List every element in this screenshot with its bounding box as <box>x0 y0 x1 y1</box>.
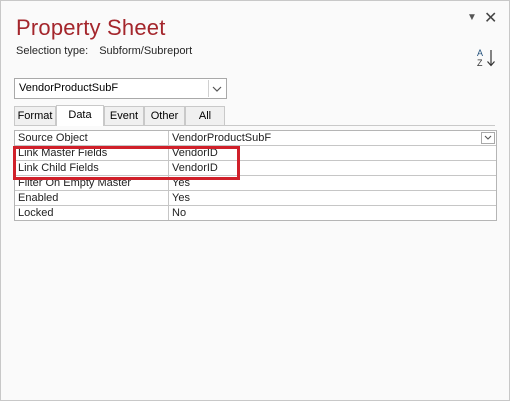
property-row-source-object[interactable]: Source Object VendorProductSubF <box>15 131 496 146</box>
tab-other[interactable]: Other <box>144 106 185 125</box>
tab-all[interactable]: All <box>185 106 225 125</box>
property-row-enabled[interactable]: Enabled Yes <box>15 191 496 206</box>
property-value[interactable]: VendorProductSubF <box>172 131 271 145</box>
property-value[interactable]: Yes <box>172 176 190 190</box>
property-row-locked[interactable]: Locked No <box>15 206 496 220</box>
object-selector-dropdown[interactable]: VendorProductSubF <box>14 78 227 99</box>
chevron-down-icon[interactable] <box>208 80 225 97</box>
selection-type-value: Subform/Subreport <box>99 45 193 57</box>
page-title: Property Sheet <box>16 15 166 40</box>
sort-az-icon[interactable]: A Z <box>475 47 497 69</box>
property-name: Filter On Empty Master <box>18 177 132 189</box>
object-selector-value: VendorProductSubF <box>19 82 119 94</box>
column-divider <box>168 131 169 145</box>
svg-text:Z: Z <box>477 58 483 68</box>
selection-type-label: Selection type: <box>16 45 89 57</box>
tab-event[interactable]: Event <box>104 106 144 125</box>
tab-data[interactable]: Data <box>56 105 104 126</box>
property-value[interactable]: VendorID <box>172 161 218 175</box>
close-icon[interactable]: ✕ <box>484 8 497 28</box>
property-row-link-master-fields[interactable]: Link Master Fields VendorID <box>15 146 496 161</box>
svg-text:A: A <box>477 48 483 58</box>
chevron-down-icon[interactable] <box>481 132 495 144</box>
property-name: Link Master Fields <box>18 147 108 159</box>
tab-format[interactable]: Format <box>14 106 56 125</box>
property-grid: Source Object VendorProductSubF Link Mas… <box>14 130 497 221</box>
column-divider <box>168 176 169 190</box>
property-name: Locked <box>18 207 54 219</box>
property-sheet-pane: Property Sheet ▼ ✕ Selection type: Subfo… <box>0 0 510 401</box>
property-name: Source Object <box>18 132 88 144</box>
column-divider <box>168 161 169 175</box>
property-row-link-child-fields[interactable]: Link Child Fields VendorID <box>15 161 496 176</box>
property-name: Enabled <box>18 192 59 204</box>
column-divider <box>168 206 169 220</box>
property-name: Link Child Fields <box>18 162 99 174</box>
property-value[interactable]: VendorID <box>172 146 218 160</box>
chevron-down-icon[interactable]: ▼ <box>467 12 477 23</box>
column-divider <box>168 191 169 205</box>
property-value[interactable]: Yes <box>172 191 190 205</box>
property-row-filter-on-empty-master[interactable]: Filter On Empty Master Yes <box>15 176 496 191</box>
property-value[interactable]: No <box>172 206 186 220</box>
column-divider <box>168 146 169 160</box>
selection-type: Selection type: Subform/Subreport <box>16 45 192 57</box>
